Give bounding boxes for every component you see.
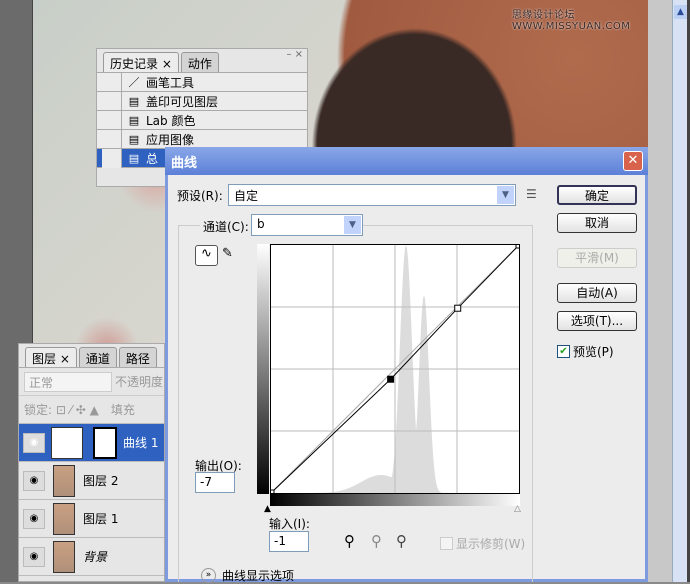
curve-point bbox=[387, 375, 395, 383]
opacity-label: 不透明度 bbox=[115, 375, 164, 389]
pencil-icon[interactable]: ✎ bbox=[222, 246, 233, 261]
tab-channels[interactable]: 通道 bbox=[78, 347, 117, 367]
tab-actions[interactable]: 动作 bbox=[180, 52, 219, 72]
channel-label: 通道(C): bbox=[200, 218, 252, 235]
output-gradient bbox=[257, 244, 269, 494]
chevron-down-icon: ▼ bbox=[344, 216, 361, 234]
checkmark-icon: ✔ bbox=[557, 345, 570, 358]
tab-history[interactable]: 历史记录 × bbox=[103, 52, 179, 72]
curve-display-options-label: 曲线显示选项 bbox=[222, 569, 295, 583]
curve-tool-icon[interactable]: ∿ bbox=[195, 245, 218, 266]
layer-row[interactable]: ◉ 背景 bbox=[19, 538, 164, 576]
show-clipping-checkbox[interactable]: 显示修剪(W) bbox=[440, 535, 525, 552]
eye-icon[interactable]: ◉ bbox=[23, 432, 45, 453]
layer-row[interactable]: ◉ 图层 2 bbox=[19, 462, 164, 500]
preset-label: 预设(R): bbox=[177, 189, 223, 203]
layer-name: 图层 2 bbox=[83, 474, 119, 488]
history-item-label: 画笔工具 bbox=[146, 75, 195, 90]
tab-label: 图层 bbox=[32, 352, 57, 366]
layer-row[interactable]: ◉ 图层 1 bbox=[19, 500, 164, 538]
curves-thumbnail-icon bbox=[51, 426, 83, 459]
auto-button[interactable]: 自动(A) bbox=[557, 283, 637, 303]
workspace-background bbox=[648, 0, 672, 582]
cancel-button[interactable]: 取消 bbox=[557, 213, 637, 233]
curve-point bbox=[454, 304, 462, 312]
options-button[interactable]: 选项(T)... bbox=[557, 311, 637, 331]
curve-point bbox=[267, 489, 275, 497]
layer-row[interactable]: ◉ 曲线 1 bbox=[19, 424, 164, 462]
white-eyedropper-icon[interactable]: ⚲ bbox=[396, 532, 407, 550]
input-gradient bbox=[270, 494, 520, 506]
tab-paths[interactable]: 路径 bbox=[118, 347, 157, 367]
curve-graph[interactable] bbox=[267, 241, 523, 497]
tab-layers[interactable]: 图层 × bbox=[25, 347, 77, 367]
history-item-label: 盖印可见图层 bbox=[146, 94, 219, 109]
layers-panel: 图层 × 通道 路径 正常 不透明度 锁定: ⊡ ⁄ ✣ ▲ 填充 ◉ 曲线 1 … bbox=[18, 343, 165, 582]
curve-display-options-toggle[interactable]: » 曲线显示选项 bbox=[201, 567, 294, 584]
document-icon: ▤ bbox=[128, 113, 140, 127]
eye-icon[interactable]: ◉ bbox=[23, 508, 45, 529]
preview-label: 预览(P) bbox=[573, 345, 614, 359]
history-item-label: 总 bbox=[146, 151, 159, 166]
history-item-label: Lab 颜色 bbox=[146, 113, 196, 128]
preset-options-icon[interactable]: ☰ bbox=[526, 187, 537, 201]
curves-dialog: 曲线 ✕ 预设(R): 自定 ▼ ☰ 确定 取消 平滑(M) 自动(A) 选项(T)… bbox=[165, 147, 648, 584]
blend-mode-select[interactable]: 正常 bbox=[24, 371, 112, 392]
output-field[interactable]: -7 bbox=[195, 472, 235, 493]
document-icon: ▤ bbox=[128, 132, 140, 146]
layer-name: 曲线 1 bbox=[123, 436, 159, 450]
lock-label: 锁定: bbox=[24, 403, 53, 417]
eye-icon[interactable]: ◉ bbox=[23, 470, 45, 491]
history-item[interactable]: ▤ 盖印可见图层 bbox=[97, 91, 307, 111]
lock-icons[interactable]: ⊡ ⁄ ✣ ▲ bbox=[56, 403, 99, 417]
ok-button[interactable]: 确定 bbox=[557, 185, 637, 205]
smooth-button[interactable]: 平滑(M) bbox=[557, 248, 637, 268]
preset-select[interactable]: 自定 ▼ bbox=[228, 184, 516, 206]
channel-select[interactable]: b ▼ bbox=[251, 214, 363, 236]
input-field[interactable]: -1 bbox=[269, 531, 309, 552]
dialog-title: 曲线 bbox=[171, 156, 198, 171]
mask-thumbnail bbox=[93, 426, 117, 459]
fill-label: 填充 bbox=[110, 403, 135, 417]
dialog-titlebar[interactable]: 曲线 ✕ bbox=[165, 147, 648, 175]
preview-checkbox[interactable]: ✔ 预览(P) bbox=[557, 343, 614, 360]
expand-icon: » bbox=[201, 568, 216, 583]
document-icon: ▤ bbox=[128, 94, 140, 108]
curve-point bbox=[515, 241, 523, 249]
input-label: 输入(I): bbox=[269, 517, 310, 531]
panel-close-icon[interactable]: – × bbox=[286, 49, 303, 60]
watermark: 思缘设计论坛 WWW.MISSYUAN.COM bbox=[512, 10, 631, 32]
black-point-slider-icon[interactable]: ▲ bbox=[264, 504, 271, 514]
white-point-slider-icon[interactable]: △ bbox=[514, 504, 521, 514]
layer-thumbnail bbox=[53, 464, 75, 497]
history-item[interactable]: ／ 画笔工具 bbox=[97, 72, 307, 92]
black-eyedropper-icon[interactable]: ⚲ bbox=[344, 532, 355, 550]
channel-value: b bbox=[257, 217, 265, 231]
chevron-down-icon: ▼ bbox=[497, 186, 514, 204]
layer-thumbnail bbox=[53, 540, 75, 573]
history-item[interactable]: ▤ Lab 颜色 bbox=[97, 110, 307, 130]
eye-icon[interactable]: ◉ bbox=[23, 546, 45, 567]
preset-value: 自定 bbox=[234, 189, 259, 203]
close-icon[interactable]: ✕ bbox=[623, 151, 643, 171]
vertical-scrollbar[interactable]: ▲ bbox=[672, 0, 690, 582]
gray-eyedropper-icon[interactable]: ⚲ bbox=[371, 532, 382, 550]
brush-icon: ／ bbox=[128, 76, 140, 89]
layer-thumbnail bbox=[53, 502, 75, 535]
history-item-label: 应用图像 bbox=[146, 132, 195, 147]
layer-name: 图层 1 bbox=[83, 512, 119, 526]
show-clipping-label: 显示修剪(W) bbox=[456, 537, 526, 551]
tab-label: 历史记录 bbox=[110, 57, 159, 71]
layer-name: 背景 bbox=[83, 550, 108, 564]
document-icon: ▤ bbox=[128, 151, 140, 165]
